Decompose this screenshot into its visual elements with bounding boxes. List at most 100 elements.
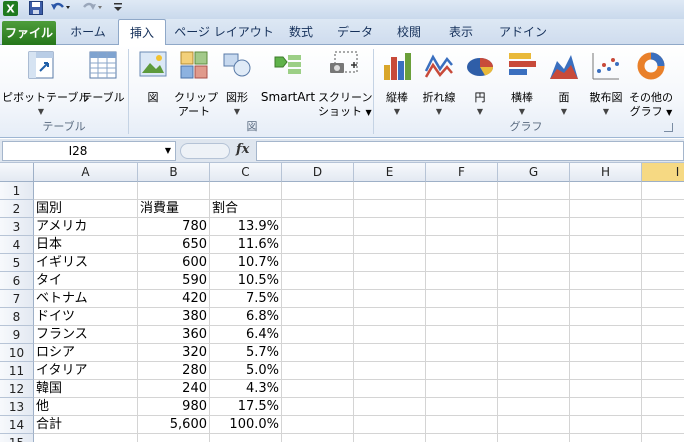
cell-b[interactable]: 360 xyxy=(138,326,210,344)
column-header-e[interactable]: E xyxy=(354,163,426,182)
cell-d[interactable] xyxy=(282,218,354,236)
cell-e[interactable] xyxy=(354,272,426,290)
row-header[interactable]: 13 xyxy=(0,398,34,416)
cell-c[interactable]: 6.8% xyxy=(210,308,282,326)
row-header[interactable]: 15 xyxy=(0,434,34,442)
tab-home[interactable]: ホーム xyxy=(62,19,114,45)
cell-g[interactable] xyxy=(498,218,570,236)
cell-a[interactable]: タイ xyxy=(34,272,138,290)
cell-e[interactable] xyxy=(354,236,426,254)
cell-e[interactable] xyxy=(354,182,426,200)
save-icon[interactable] xyxy=(28,1,44,18)
cell-f[interactable] xyxy=(426,416,498,434)
cell-h[interactable] xyxy=(570,344,642,362)
qat-customize-icon[interactable] xyxy=(112,1,124,18)
row-header[interactable]: 4 xyxy=(0,236,34,254)
cell-g[interactable] xyxy=(498,236,570,254)
cell-c[interactable]: 6.4% xyxy=(210,326,282,344)
cell-f[interactable] xyxy=(426,290,498,308)
row-header[interactable]: 14 xyxy=(0,416,34,434)
cell-d[interactable] xyxy=(282,290,354,308)
clipart-button[interactable]: クリップ アート xyxy=(174,49,218,118)
cell-h[interactable] xyxy=(570,308,642,326)
tab-addins[interactable]: アドイン xyxy=(494,19,552,45)
cell-d[interactable] xyxy=(282,308,354,326)
cell-g[interactable] xyxy=(498,272,570,290)
cell-g[interactable] xyxy=(498,326,570,344)
scatter-chart-button[interactable]: 散布図 ▼ xyxy=(584,49,628,116)
cell-b[interactable]: 280 xyxy=(138,362,210,380)
screenshot-button[interactable]: スクリーン ショット ▼ xyxy=(318,49,372,118)
cell-a[interactable]: イタリア xyxy=(34,362,138,380)
chart-dialog-launcher-icon[interactable] xyxy=(664,123,673,132)
cell-a[interactable] xyxy=(34,434,138,442)
cell-g[interactable] xyxy=(498,308,570,326)
insert-function-icon[interactable]: fx xyxy=(236,142,249,157)
cell-c[interactable]: 10.5% xyxy=(210,272,282,290)
column-header-g[interactable]: G xyxy=(498,163,570,182)
column-header-b[interactable]: B xyxy=(138,163,210,182)
column-header-a[interactable]: A xyxy=(34,163,138,182)
cell-b[interactable]: 650 xyxy=(138,236,210,254)
cell-g[interactable] xyxy=(498,416,570,434)
cell-b[interactable]: 780 xyxy=(138,218,210,236)
cell-i[interactable] xyxy=(642,182,684,200)
cell-f[interactable] xyxy=(426,326,498,344)
column-header-c[interactable]: C xyxy=(210,163,282,182)
cell-g[interactable] xyxy=(498,398,570,416)
pivot-table-button[interactable]: ピボットテーブル ▼ xyxy=(2,49,89,116)
cell-i[interactable] xyxy=(642,236,684,254)
cell-h[interactable] xyxy=(570,254,642,272)
cell-h[interactable] xyxy=(570,416,642,434)
undo-icon[interactable] xyxy=(50,1,72,18)
area-chart-button[interactable]: 面 ▼ xyxy=(546,49,582,116)
cell-h[interactable] xyxy=(570,218,642,236)
cell-i[interactable] xyxy=(642,200,684,218)
tab-formulas[interactable]: 数式 xyxy=(280,19,322,45)
cell-g[interactable] xyxy=(498,290,570,308)
cell-a[interactable]: ロシア xyxy=(34,344,138,362)
cell-d[interactable] xyxy=(282,380,354,398)
cell-i[interactable] xyxy=(642,308,684,326)
tab-insert[interactable]: 挿入 xyxy=(118,19,166,46)
cell-i[interactable] xyxy=(642,434,684,442)
cell-g[interactable] xyxy=(498,182,570,200)
cell-i[interactable] xyxy=(642,272,684,290)
cell-b[interactable]: 320 xyxy=(138,344,210,362)
column-header-h[interactable]: H xyxy=(570,163,642,182)
cell-a[interactable]: 合計 xyxy=(34,416,138,434)
cell-a[interactable] xyxy=(34,182,138,200)
cell-c[interactable]: 5.7% xyxy=(210,344,282,362)
cell-c[interactable]: 7.5% xyxy=(210,290,282,308)
cell-b[interactable] xyxy=(138,182,210,200)
cell-d[interactable] xyxy=(282,326,354,344)
tab-file[interactable]: ファイル xyxy=(2,21,56,45)
cell-e[interactable] xyxy=(354,362,426,380)
cell-b[interactable]: 消費量 xyxy=(138,200,210,218)
row-header[interactable]: 6 xyxy=(0,272,34,290)
row-header[interactable]: 10 xyxy=(0,344,34,362)
cell-d[interactable] xyxy=(282,236,354,254)
cell-d[interactable] xyxy=(282,398,354,416)
cell-b[interactable]: 380 xyxy=(138,308,210,326)
cell-e[interactable] xyxy=(354,398,426,416)
row-header[interactable]: 11 xyxy=(0,362,34,380)
cell-b[interactable]: 590 xyxy=(138,272,210,290)
cell-h[interactable] xyxy=(570,200,642,218)
cell-h[interactable] xyxy=(570,398,642,416)
cell-c[interactable] xyxy=(210,434,282,442)
cell-e[interactable] xyxy=(354,308,426,326)
cell-c[interactable]: 100.0% xyxy=(210,416,282,434)
cell-f[interactable] xyxy=(426,380,498,398)
column-header-d[interactable]: D xyxy=(282,163,354,182)
cell-f[interactable] xyxy=(426,362,498,380)
excel-logo-icon[interactable]: X xyxy=(2,1,18,18)
cell-b[interactable]: 5,600 xyxy=(138,416,210,434)
cell-a[interactable]: フランス xyxy=(34,326,138,344)
other-charts-button[interactable]: その他の グラフ ▼ xyxy=(628,49,674,118)
cell-c[interactable]: 11.6% xyxy=(210,236,282,254)
line-chart-button[interactable]: 折れ線 ▼ xyxy=(416,49,462,116)
cell-a[interactable]: ベトナム xyxy=(34,290,138,308)
cell-a[interactable]: アメリカ xyxy=(34,218,138,236)
cell-h[interactable] xyxy=(570,236,642,254)
